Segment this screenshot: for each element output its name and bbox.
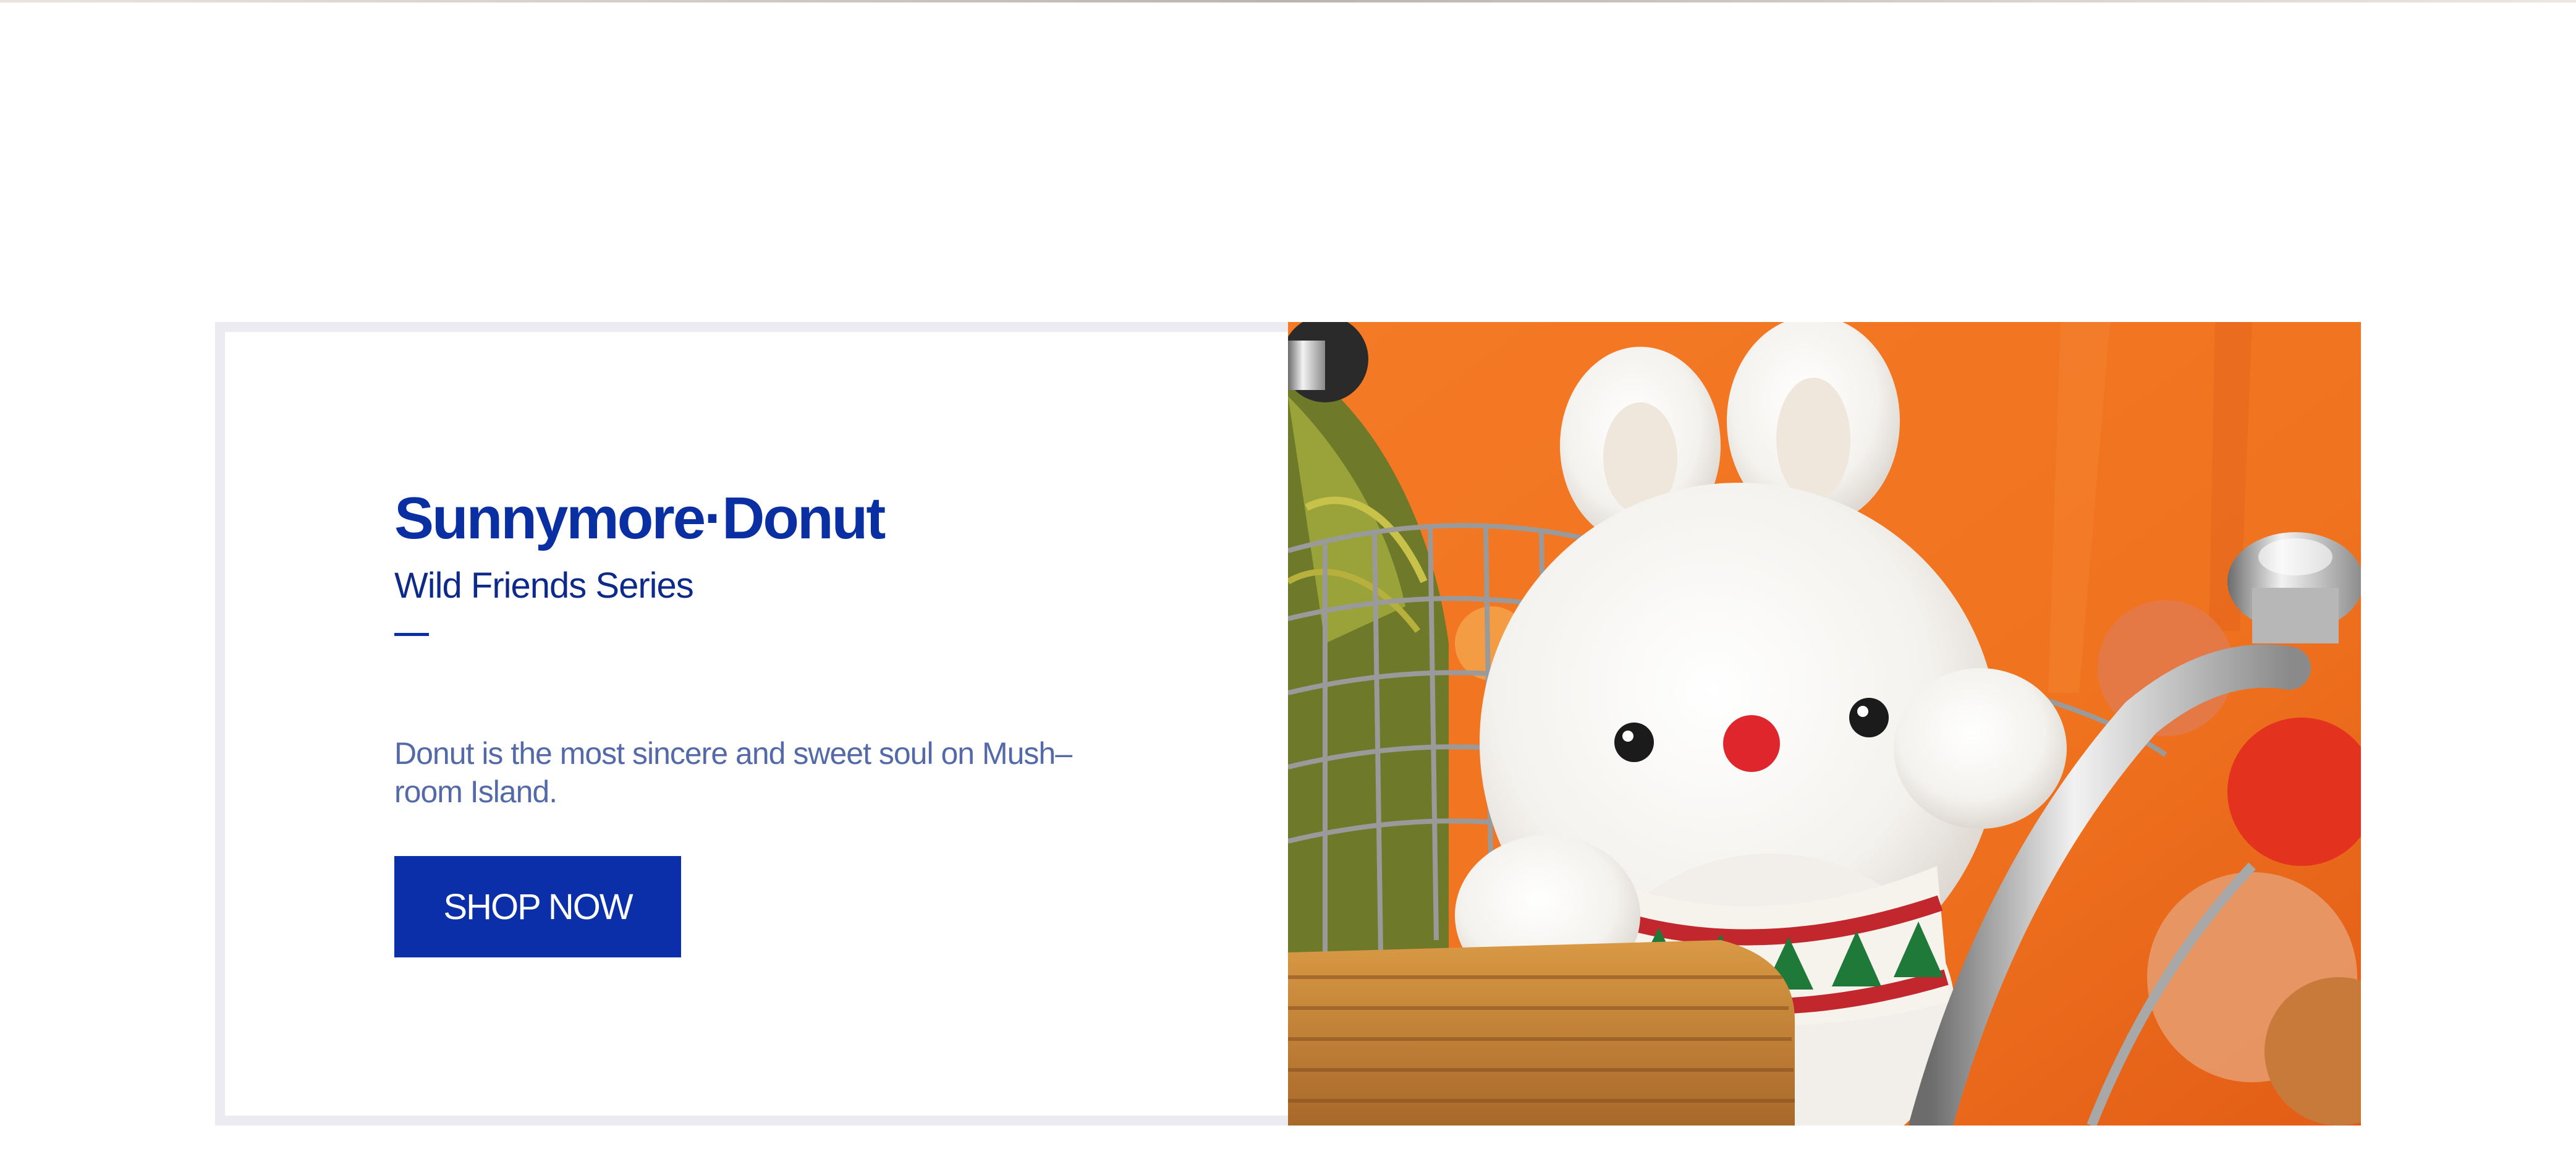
product-title: Sunnymore·Donut (394, 485, 886, 551)
series-subtitle: Wild Friends Series (394, 566, 694, 606)
title-divider (394, 633, 429, 636)
product-description: Donut is the most sincere and sweet soul… (394, 736, 1072, 809)
product-photo (1288, 322, 2361, 1126)
plush-bunny-photo-icon (1288, 322, 2361, 1126)
shop-now-button[interactable]: SHOP NOW (394, 856, 681, 957)
product-card-panel (215, 322, 1288, 1126)
top-edge-strip (0, 0, 2576, 2)
